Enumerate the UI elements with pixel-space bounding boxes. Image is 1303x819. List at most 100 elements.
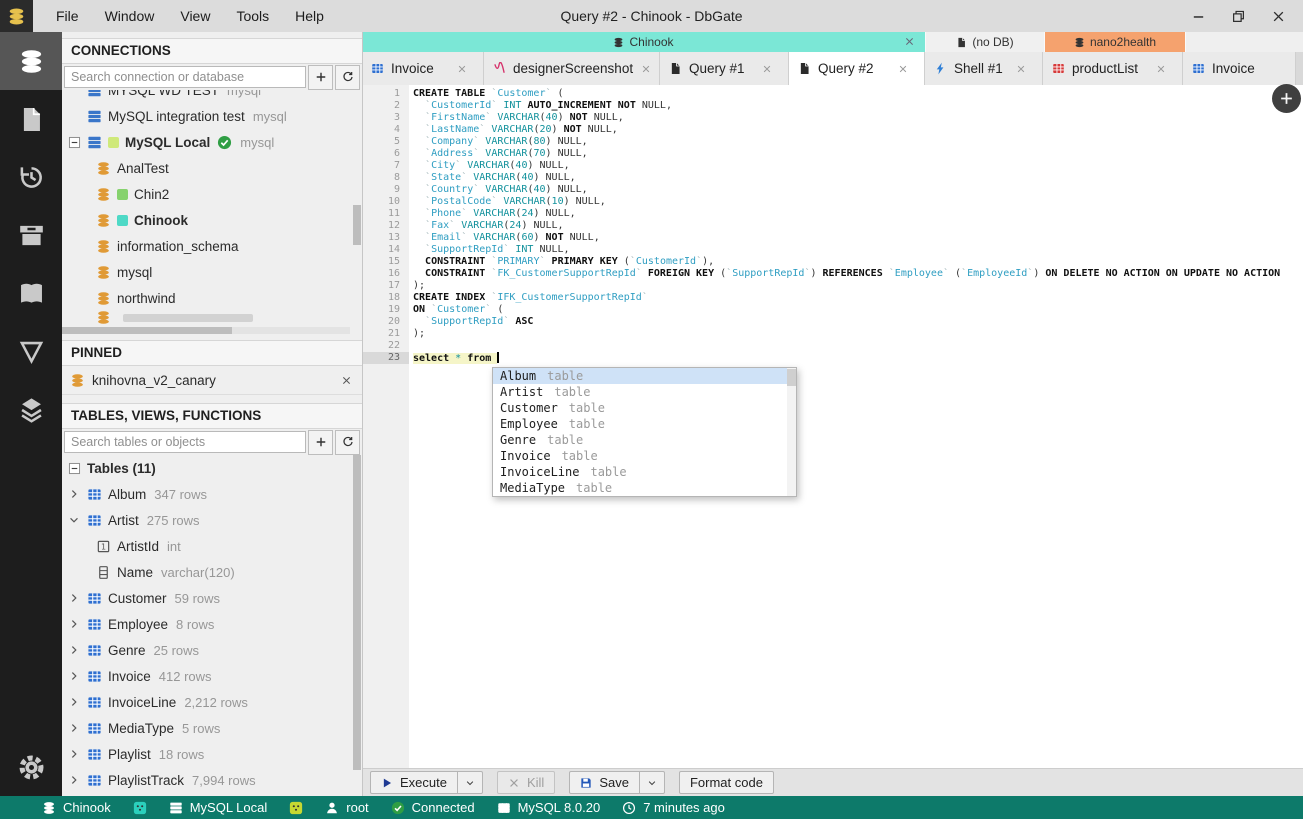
- tab-group--no-db-[interactable]: (no DB): [926, 32, 1045, 52]
- table-row[interactable]: Album 347 rows: [62, 481, 362, 507]
- execute-button[interactable]: Execute: [370, 771, 483, 794]
- status-user[interactable]: root: [325, 800, 369, 815]
- close-tab-icon[interactable]: [1148, 64, 1166, 74]
- sql-editor[interactable]: 1 2 3 4 5 6 7 8 9 10 11 12 13 14 15 16 17 18 19 20 21 22 23 CR…: [362, 85, 1303, 769]
- save-button[interactable]: Save: [569, 771, 665, 794]
- status-last-refresh[interactable]: 7 minutes ago: [622, 800, 725, 815]
- table-row[interactable]: MediaType 5 rows: [62, 715, 362, 741]
- kill-button[interactable]: Kill: [496, 771, 556, 794]
- connection-row-clipped-bottom[interactable]: [62, 311, 362, 324]
- refresh-tables-button[interactable]: [335, 429, 360, 455]
- hscroll-thumb[interactable]: [62, 327, 232, 334]
- connection-row-clipped[interactable]: MYSQL WD TEST mysql: [62, 90, 362, 103]
- new-tab-button[interactable]: [1272, 84, 1301, 113]
- tab-group-chinook[interactable]: Chinook: [362, 32, 926, 52]
- minimize-button[interactable]: [1187, 5, 1209, 27]
- tab-query-1[interactable]: Query #1: [660, 52, 789, 85]
- database-row[interactable]: information_schema: [62, 233, 362, 259]
- table-row[interactable]: Invoice 412 rows: [62, 663, 362, 689]
- connections-hscrollbar[interactable]: [62, 327, 350, 334]
- table-row[interactable]: Customer 59 rows: [62, 585, 362, 611]
- autocomplete-item[interactable]: Genre table: [493, 432, 796, 448]
- close-tab-icon[interactable]: [633, 64, 651, 74]
- table-row[interactable]: InvoiceLine 2,212 rows: [62, 689, 362, 715]
- close-tab-icon[interactable]: [449, 64, 467, 74]
- autocomplete-item[interactable]: Customer table: [493, 400, 796, 416]
- menu-file[interactable]: File: [43, 0, 92, 32]
- menu-help[interactable]: Help: [282, 0, 337, 32]
- code-line: CREATE TABLE Customer (: [409, 88, 1303, 100]
- rail-item-settings[interactable]: [0, 738, 62, 796]
- refresh-connections-button[interactable]: [335, 64, 360, 90]
- menu-tools[interactable]: Tools: [223, 0, 282, 32]
- tab-shell-1[interactable]: Shell #1: [925, 52, 1043, 85]
- close-tab-icon[interactable]: [754, 64, 772, 74]
- pinned-item[interactable]: knihovna_v2_canary: [62, 366, 362, 395]
- autocomplete-item[interactable]: Employee table: [493, 416, 796, 432]
- database-row[interactable]: northwind: [62, 285, 362, 311]
- autocomplete-item[interactable]: Invoice table: [493, 448, 796, 464]
- connections-search-input[interactable]: [64, 66, 306, 88]
- status-connection-color[interactable]: [289, 801, 303, 815]
- table-row[interactable]: Employee 8 rows: [62, 611, 362, 637]
- rail-spacer: [0, 438, 62, 738]
- table-row[interactable]: Tables (11): [62, 455, 362, 481]
- database-row[interactable]: mysql: [62, 259, 362, 285]
- database-row[interactable]: Chin2: [62, 181, 362, 207]
- status-database-color[interactable]: [133, 801, 147, 815]
- add-table-button[interactable]: [308, 429, 333, 455]
- rail-item-files[interactable]: [0, 90, 62, 148]
- tables-scrollbar[interactable]: [353, 455, 361, 770]
- connections-scrollbar[interactable]: [353, 205, 361, 245]
- rail-item-archive[interactable]: [0, 206, 62, 264]
- status-database[interactable]: Chinook: [42, 800, 111, 815]
- rail-item-history[interactable]: [0, 148, 62, 206]
- rail-item-filters[interactable]: [0, 322, 62, 380]
- menu-window[interactable]: Window: [92, 0, 168, 32]
- table-row[interactable]: Genre 25 rows: [62, 637, 362, 663]
- connection-row[interactable]: MySQL Local mysql: [62, 129, 362, 155]
- unpin-icon[interactable]: [341, 375, 352, 386]
- format-code-button[interactable]: Format code: [678, 771, 774, 794]
- tab-group-filler: [1186, 32, 1303, 52]
- dropdown-arrow-button[interactable]: [638, 772, 664, 793]
- tab-productlist[interactable]: productList: [1043, 52, 1183, 85]
- menu-view[interactable]: View: [167, 0, 223, 32]
- tab-query-2[interactable]: Query #2: [789, 52, 925, 85]
- close-group-icon[interactable]: [904, 36, 915, 47]
- tables-search-input[interactable]: [64, 431, 306, 453]
- tab-invoice[interactable]: Invoice: [362, 52, 484, 85]
- restore-button[interactable]: [1227, 5, 1249, 27]
- tab-designerscreenshot[interactable]: designerScreenshot: [484, 52, 660, 85]
- connection-row[interactable]: MySQL integration test mysql: [62, 103, 362, 129]
- close-button[interactable]: [1267, 5, 1289, 27]
- rail-item-plugins[interactable]: [0, 380, 62, 438]
- table-row[interactable]: Artist 275 rows: [62, 507, 362, 533]
- table-row[interactable]: Playlist 18 rows: [62, 741, 362, 767]
- dropdown-arrow-button[interactable]: [456, 772, 482, 793]
- autocomplete-scrollbar[interactable]: [787, 368, 796, 496]
- status-connection-status[interactable]: Connected: [391, 800, 475, 815]
- autocomplete-item[interactable]: Artist table: [493, 384, 796, 400]
- rail-item-databases[interactable]: [0, 32, 62, 90]
- column-row[interactable]: 1 ArtistId int: [62, 533, 362, 559]
- tab-group-nano2health[interactable]: nano2health: [1045, 32, 1186, 52]
- autocomplete-item[interactable]: MediaType table: [493, 480, 796, 496]
- close-tab-icon[interactable]: [1008, 64, 1026, 74]
- table-row[interactable]: PlaylistTrack 7,994 rows: [62, 767, 362, 793]
- color-tag: [108, 136, 119, 148]
- database-row[interactable]: Chinook: [62, 207, 362, 233]
- autocomplete-item[interactable]: InvoiceLine table: [493, 464, 796, 480]
- close-tab-icon[interactable]: [890, 64, 908, 74]
- minimize-icon: [1191, 9, 1206, 24]
- table-icon: [87, 747, 102, 762]
- rail-item-docs[interactable]: [0, 264, 62, 322]
- add-connection-button[interactable]: [308, 64, 333, 90]
- status-server-version[interactable]: MySQL 8.0.20: [497, 800, 600, 815]
- tab-invoice[interactable]: Invoice: [1183, 52, 1296, 85]
- column-row[interactable]: Name varchar(120): [62, 559, 362, 585]
- database-row[interactable]: AnalTest: [62, 155, 362, 181]
- autocomplete-item[interactable]: Album table: [493, 368, 796, 384]
- line-number: 2: [393, 100, 400, 111]
- status-connection[interactable]: MySQL Local: [169, 800, 267, 815]
